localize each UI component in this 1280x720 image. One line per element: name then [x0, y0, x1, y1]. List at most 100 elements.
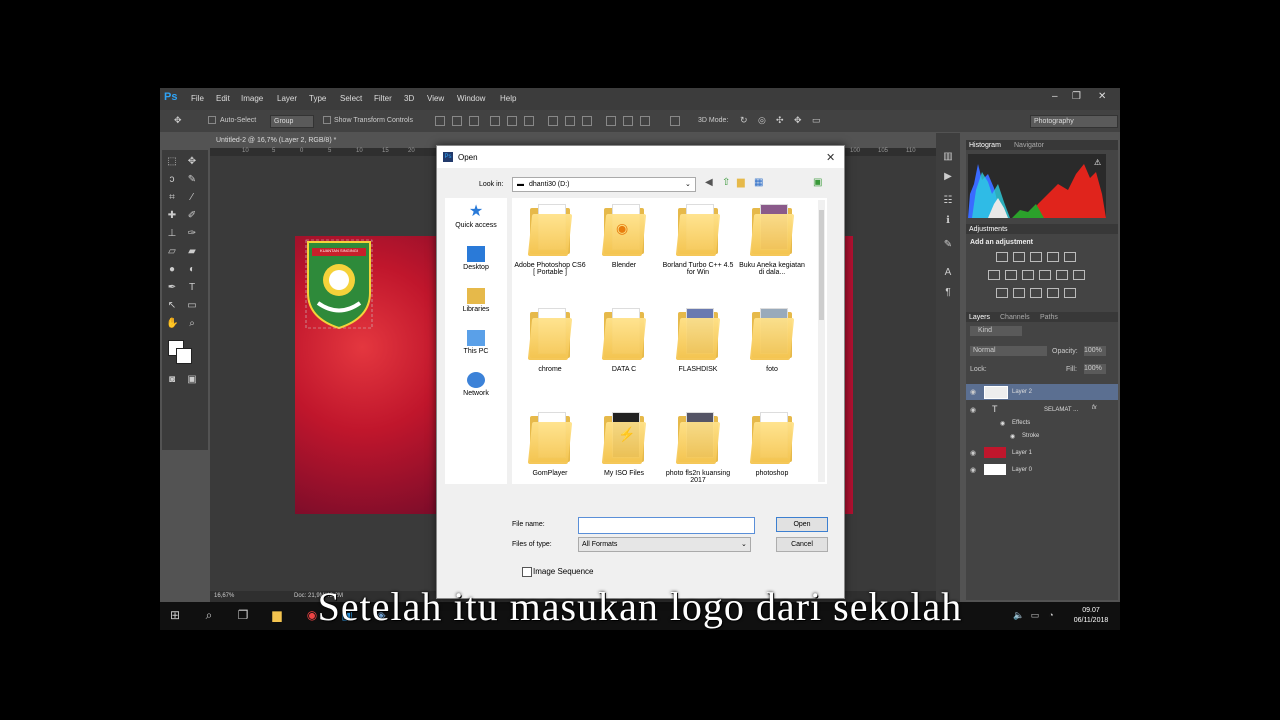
- paragraph-icon[interactable]: ¶: [942, 287, 954, 299]
- folder-item[interactable]: ⚡ My ISO Files: [588, 412, 660, 477]
- auto-select-checkbox[interactable]: [208, 116, 216, 124]
- path-select-icon[interactable]: ↖: [166, 300, 178, 312]
- menu-type[interactable]: Type: [309, 94, 326, 103]
- visibility-eye-icon[interactable]: ◉: [970, 388, 976, 396]
- crop-tool-icon[interactable]: ⌗: [166, 192, 178, 204]
- this-pc-item[interactable]: This PC: [445, 330, 507, 355]
- blur-tool-icon[interactable]: ●: [166, 264, 178, 276]
- screen-mode-icon[interactable]: ▣: [186, 374, 198, 386]
- layer-row[interactable]: ◉ T SELAMAT ... fx: [966, 402, 1118, 418]
- tab-histogram[interactable]: Histogram: [969, 142, 1001, 149]
- align-vcenter-icon[interactable]: [452, 116, 462, 126]
- move-tool-icon[interactable]: ✥: [174, 115, 182, 126]
- gradientmap-adj-icon[interactable]: [1047, 288, 1059, 298]
- 3d-roll-icon[interactable]: ◎: [758, 115, 766, 126]
- folder-item[interactable]: Borland Turbo C++ 4.5 for Win: [662, 204, 734, 276]
- shape-tool-icon[interactable]: ▭: [186, 300, 198, 312]
- layer-kind-filter[interactable]: Kind: [970, 326, 1022, 336]
- bw-adj-icon[interactable]: [1022, 270, 1034, 280]
- colorlookup-adj-icon[interactable]: [1073, 270, 1085, 280]
- folder-item[interactable]: FLASHDISK: [662, 308, 734, 373]
- hue-adj-icon[interactable]: [988, 270, 1000, 280]
- fx-icon[interactable]: fx: [1092, 405, 1097, 411]
- minimize-button[interactable]: –: [1052, 91, 1058, 102]
- brush-tool-icon[interactable]: ✐: [186, 210, 198, 222]
- hand-tool-icon[interactable]: ✋: [166, 318, 178, 330]
- distribute-right-icon[interactable]: [640, 116, 650, 126]
- auto-align-icon[interactable]: [670, 116, 680, 126]
- effects-eye-icon[interactable]: ◉: [1000, 420, 1005, 427]
- tab-navigator[interactable]: Navigator: [1014, 142, 1044, 149]
- visibility-eye-icon[interactable]: ◉: [970, 449, 976, 457]
- colorbalance-adj-icon[interactable]: [1005, 270, 1017, 280]
- menu-image[interactable]: Image: [241, 94, 263, 103]
- align-bottom-icon[interactable]: [469, 116, 479, 126]
- menu-window[interactable]: Window: [457, 94, 485, 103]
- pen-tool-icon[interactable]: ✒: [166, 282, 178, 294]
- info-icon[interactable]: ℹ: [942, 215, 954, 227]
- menu-select[interactable]: Select: [340, 94, 362, 103]
- auto-select-dropdown[interactable]: Group: [270, 115, 314, 128]
- back-icon[interactable]: ◀: [705, 177, 713, 188]
- school-logo-layer[interactable]: KUANTAN SINGINGI: [304, 238, 374, 330]
- tab-layers[interactable]: Layers: [969, 314, 990, 321]
- threshold-adj-icon[interactable]: [1030, 288, 1042, 298]
- folder-action-icon[interactable]: ▣: [813, 177, 822, 188]
- tab-adjustments[interactable]: Adjustments: [969, 226, 1008, 233]
- look-in-dropdown[interactable]: ▬ dhanti30 (D:) ⌄: [512, 177, 696, 192]
- folder-item[interactable]: Buku Aneka kegiatan di dala...: [736, 204, 808, 276]
- history-brush-icon[interactable]: ✑: [186, 228, 198, 240]
- cancel-button[interactable]: Cancel: [776, 537, 828, 552]
- desktop-item[interactable]: Desktop: [445, 246, 507, 271]
- menu-file[interactable]: File: [191, 94, 204, 103]
- 3d-rotate-icon[interactable]: ↻: [740, 115, 748, 126]
- exposure-adj-icon[interactable]: [1047, 252, 1059, 262]
- menu-filter[interactable]: Filter: [374, 94, 392, 103]
- menu-3d[interactable]: 3D: [404, 94, 414, 103]
- layer-row[interactable]: ◉ Layer 2: [966, 384, 1118, 400]
- 3d-slide-icon[interactable]: ✥: [794, 115, 802, 126]
- 3d-pan-icon[interactable]: ✣: [776, 115, 784, 126]
- align-right-icon[interactable]: [524, 116, 534, 126]
- folder-item[interactable]: photoshop: [736, 412, 808, 477]
- brush-presets-icon[interactable]: ✎: [942, 239, 954, 251]
- blend-mode-dropdown[interactable]: Normal: [970, 346, 1047, 356]
- folder-item[interactable]: GomPlayer: [514, 412, 586, 477]
- actions-icon[interactable]: ▶: [942, 171, 954, 183]
- document-tab[interactable]: Untitled-2 @ 16,7% (Layer 2, RGB/8) *: [210, 134, 366, 148]
- visibility-eye-icon[interactable]: ◉: [970, 406, 976, 414]
- gradient-tool-icon[interactable]: ▰: [186, 246, 198, 258]
- background-color-swatch[interactable]: [176, 348, 192, 364]
- opacity-input[interactable]: 100%: [1084, 346, 1106, 356]
- quick-mask-icon[interactable]: ◙: [166, 374, 178, 386]
- folder-item[interactable]: Adobe Photoshop CS6 [ Portable ]: [514, 204, 586, 276]
- move-tool-icon[interactable]: ✥: [186, 156, 198, 168]
- character-icon[interactable]: A: [942, 267, 954, 279]
- new-folder-icon[interactable]: ▆: [737, 177, 745, 188]
- brightness-adj-icon[interactable]: [996, 252, 1008, 262]
- up-folder-icon[interactable]: ⇧: [722, 177, 730, 188]
- folder-item[interactable]: foto: [736, 308, 808, 373]
- layer-row[interactable]: ◉ Layer 0: [966, 462, 1118, 478]
- posterize-adj-icon[interactable]: [1013, 288, 1025, 298]
- invert-adj-icon[interactable]: [996, 288, 1008, 298]
- type-tool-icon[interactable]: T: [186, 282, 198, 294]
- zoom-tool-icon[interactable]: ⌕: [186, 318, 198, 330]
- fill-input[interactable]: 100%: [1084, 364, 1106, 374]
- effects-row[interactable]: ◉ Effects: [966, 418, 1118, 430]
- menu-layer[interactable]: Layer: [277, 94, 297, 103]
- levels-adj-icon[interactable]: [1013, 252, 1025, 262]
- network-item[interactable]: Network: [445, 372, 507, 397]
- tab-paths[interactable]: Paths: [1040, 314, 1058, 321]
- healing-tool-icon[interactable]: ✚: [166, 210, 178, 222]
- menu-view[interactable]: View: [427, 94, 444, 103]
- curves-adj-icon[interactable]: [1030, 252, 1042, 262]
- align-hcenter-icon[interactable]: [507, 116, 517, 126]
- stroke-row[interactable]: ◉ Stroke: [966, 431, 1118, 443]
- file-list-scrollbar[interactable]: [818, 200, 825, 482]
- menu-edit[interactable]: Edit: [216, 94, 230, 103]
- channelmixer-adj-icon[interactable]: [1056, 270, 1068, 280]
- selectivecolor-adj-icon[interactable]: [1064, 288, 1076, 298]
- transform-controls-checkbox[interactable]: [323, 116, 331, 124]
- menu-help[interactable]: Help: [500, 94, 516, 103]
